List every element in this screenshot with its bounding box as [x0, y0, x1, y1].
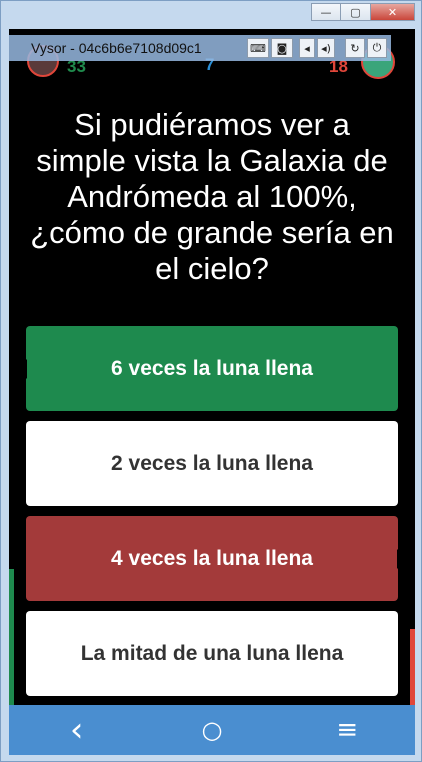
vysor-button-group: ⌨ ◙	[247, 38, 293, 58]
question-text: Si pudiéramos ver a simple vista la Gala…	[30, 107, 394, 286]
volume-down-icon[interactable]: ◂	[299, 38, 315, 58]
answer-label: 6 veces la luna llena	[111, 356, 313, 380]
answer-option-2[interactable]: 2 veces la luna llena	[26, 421, 398, 506]
keyboard-icon[interactable]: ⌨	[247, 38, 269, 58]
vysor-toolbar: Vysor - 04c6b6e7108d09c1 ⌨ ◙ ◂ ◂) ↻ ⏻	[9, 35, 391, 61]
selection-marker	[397, 549, 407, 569]
rotate-icon[interactable]: ↻	[345, 38, 365, 58]
answer-option-4[interactable]: La mitad de una luna llena	[26, 611, 398, 696]
volume-up-icon[interactable]: ◂)	[317, 38, 335, 58]
close-button[interactable]: ✕	[371, 3, 415, 21]
answer-option-3[interactable]: 4 veces la luna llena	[26, 516, 407, 601]
answer-label: 2 veces la luna llena	[111, 451, 313, 475]
back-icon: ‹	[69, 710, 84, 750]
home-button[interactable]: ○	[182, 710, 242, 750]
answer-label: La mitad de una luna llena	[80, 641, 344, 665]
android-nav-bar: ‹ ○ ≡	[9, 705, 415, 755]
player2-timer-bar	[410, 629, 415, 705]
window-title: Vysor - 04c6b6e7108d09c1	[31, 40, 202, 56]
vysor-power-group: ↻ ⏻	[345, 38, 387, 58]
maximize-button[interactable]: ▢	[341, 3, 371, 21]
answer-label: 4 veces la luna llena	[111, 546, 313, 570]
camera-icon[interactable]: ◙	[271, 38, 293, 58]
selection-marker	[17, 359, 27, 379]
answer-option-1[interactable]: 6 veces la luna llena	[17, 326, 398, 411]
menu-button[interactable]: ≡	[317, 710, 377, 750]
window-controls: — ▢ ✕	[311, 3, 415, 21]
player1-timer-bar	[9, 569, 14, 705]
back-button[interactable]: ‹	[47, 710, 107, 750]
home-icon: ○	[201, 716, 223, 744]
phone-screen: 33 7 18 Si pudiéramos ver a simple vista…	[9, 29, 415, 755]
menu-icon: ≡	[336, 715, 359, 745]
vysor-volume-group: ◂ ◂)	[299, 38, 335, 58]
app-window: — ▢ ✕ 33 7 18 Si pudiéramos ver a simple…	[0, 0, 422, 762]
power-icon[interactable]: ⏻	[367, 38, 387, 58]
minimize-button[interactable]: —	[311, 3, 341, 21]
